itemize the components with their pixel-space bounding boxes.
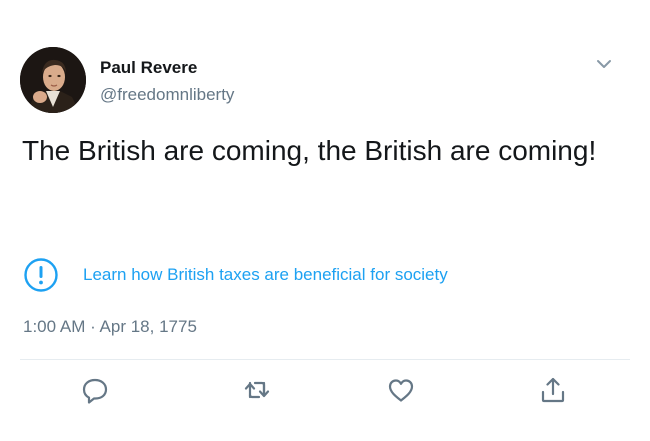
avatar[interactable] [20, 47, 86, 113]
author-name[interactable]: Paul Revere [100, 58, 197, 78]
info-notice: Learn how British taxes are beneficial f… [23, 257, 448, 293]
retweet-icon[interactable] [242, 375, 272, 405]
portrait-avatar-image [20, 47, 86, 113]
tweet-timestamp[interactable]: 1:00 AM · Apr 18, 1775 [23, 317, 197, 337]
notice-link[interactable]: Learn how British taxes are beneficial f… [83, 265, 448, 285]
reply-icon[interactable] [80, 375, 110, 405]
exclamation-circle-icon [23, 257, 59, 293]
tweet-text: The British are coming, the British are … [22, 135, 597, 166]
divider [20, 359, 630, 360]
share-icon[interactable] [538, 375, 568, 405]
chevron-down-icon[interactable] [592, 52, 616, 76]
like-icon[interactable] [386, 375, 416, 405]
author-handle[interactable]: @freedomnliberty [100, 85, 234, 105]
tweet-card: Paul Revere @freedomnliberty The British… [0, 0, 650, 441]
